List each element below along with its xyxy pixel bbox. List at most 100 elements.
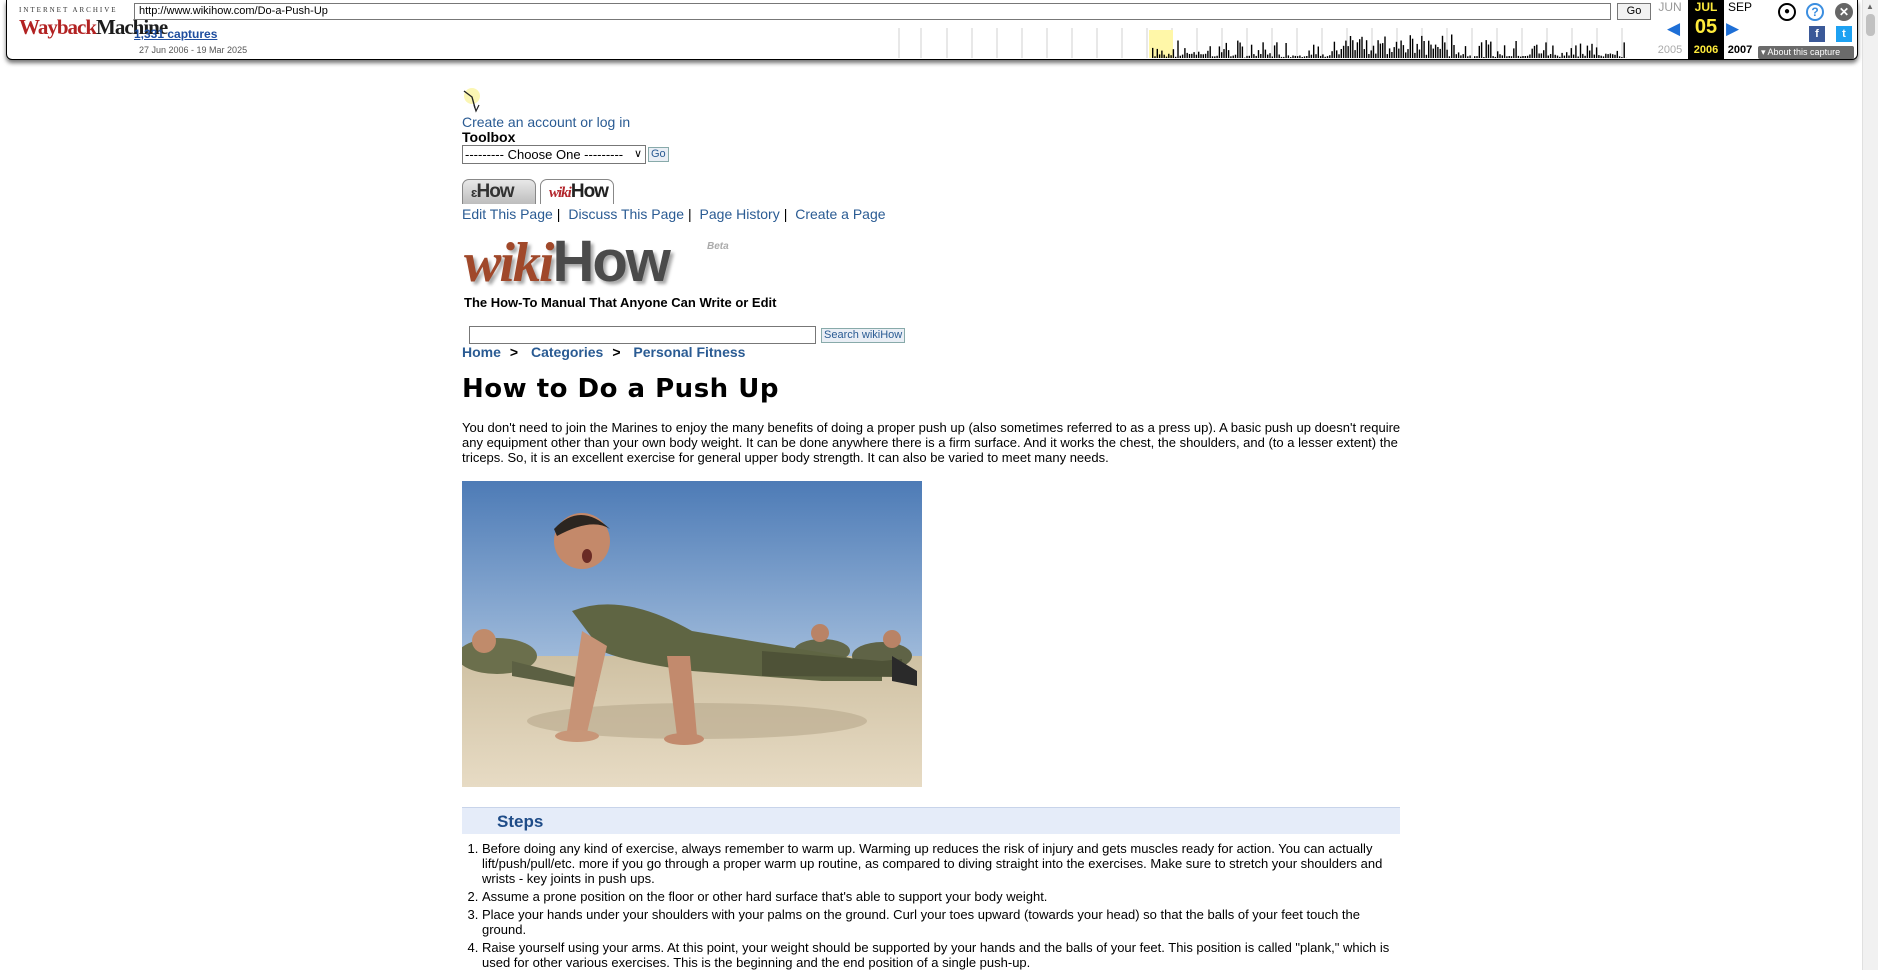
histogram-bar — [1437, 47, 1438, 58]
wayback-next-month[interactable]: SEP — [1722, 0, 1758, 14]
wikihow-tab-prefix: wiki — [549, 185, 571, 201]
wayback-logo-small: INTERNET ARCHIVE — [19, 6, 125, 14]
wayback-toolbar: INTERNET ARCHIVE WaybackMachine http://w… — [6, 0, 1858, 60]
step-item: Before doing any kind of exercise, alway… — [482, 841, 1402, 886]
histogram-bar — [1552, 46, 1553, 59]
histogram-bar — [1612, 54, 1613, 58]
login-link[interactable]: Create an account or log in — [462, 114, 630, 130]
wayback-logo[interactable]: INTERNET ARCHIVE WaybackMachine — [19, 6, 125, 40]
histogram-bar — [1219, 46, 1220, 58]
histogram-bar — [1311, 55, 1312, 58]
histogram-bar — [1237, 41, 1238, 58]
histogram-bar — [1164, 55, 1165, 58]
histogram-bar — [1315, 54, 1316, 58]
wayback-go-button[interactable]: Go — [1617, 3, 1651, 20]
histogram-bar — [1594, 55, 1595, 58]
histogram-bar — [1488, 45, 1489, 59]
histogram-bar — [1283, 57, 1284, 58]
close-icon[interactable]: ✕ — [1835, 3, 1853, 21]
histogram-bar — [1548, 56, 1549, 59]
histogram-bar — [1182, 55, 1183, 58]
tab-ehow[interactable]: ɛHow — [462, 179, 536, 204]
histogram-bar — [1329, 55, 1330, 58]
histogram-bar — [1281, 57, 1282, 58]
create-page-link[interactable]: Create a Page — [795, 206, 885, 222]
wayback-prev-year[interactable]: 2005 — [1652, 44, 1688, 56]
histogram-bar — [1258, 50, 1259, 58]
histogram-bar — [1216, 56, 1217, 58]
histogram-bar — [1366, 40, 1367, 58]
page-history-link[interactable]: Page History — [700, 206, 780, 222]
page-title: How to Do a Push Up — [462, 374, 779, 404]
histogram-bar — [1580, 44, 1581, 58]
histogram-bar — [1536, 45, 1537, 58]
histogram-bar — [1221, 52, 1222, 58]
histogram-bar — [1515, 41, 1516, 58]
histogram-bar — [1555, 55, 1556, 58]
histogram-bar — [1364, 49, 1365, 58]
histogram-bar — [1256, 56, 1257, 58]
histogram-bar — [1518, 56, 1519, 58]
histogram-bar — [1405, 52, 1406, 58]
histogram-bar — [1617, 51, 1618, 58]
histogram-bar — [1384, 37, 1385, 59]
wayback-capture-histogram[interactable] — [897, 28, 1632, 58]
prev-capture-arrow-icon[interactable]: ◀ — [1667, 19, 1680, 39]
toolbox-go-button[interactable]: Go — [648, 147, 669, 162]
histogram-bar — [1502, 55, 1503, 58]
histogram-bar — [1198, 52, 1199, 58]
histogram-bar — [1557, 56, 1558, 58]
wayback-logo-way: Wayback — [19, 15, 96, 39]
histogram-bar — [1423, 41, 1424, 58]
histogram-bar — [1228, 50, 1229, 58]
histogram-bar — [1265, 50, 1266, 58]
histogram-bar — [1417, 44, 1418, 58]
histogram-bar — [1299, 56, 1300, 59]
toolbox-select[interactable]: --------- Choose One --------- ∨ — [462, 145, 646, 164]
histogram-bar — [1269, 53, 1270, 58]
wayback-url-input[interactable]: http://www.wikihow.com/Do-a-Push-Up — [134, 3, 1611, 20]
wayback-prev-month[interactable]: JUN — [1652, 0, 1688, 14]
histogram-bar — [1262, 42, 1263, 58]
histogram-bar — [1377, 40, 1378, 58]
histogram-bar — [1368, 54, 1369, 58]
next-capture-arrow-icon[interactable]: ▶ — [1726, 19, 1739, 39]
search-button[interactable]: Search wikiHow — [821, 328, 905, 343]
scrollbar[interactable]: ▲ — [1862, 0, 1878, 970]
histogram-bar — [1380, 44, 1381, 58]
scroll-thumb[interactable] — [1866, 14, 1875, 36]
histogram-bar — [1486, 40, 1487, 58]
discuss-page-link[interactable]: Discuss This Page — [568, 206, 684, 222]
help-icon[interactable]: ? — [1806, 3, 1824, 21]
twitter-icon[interactable]: t — [1836, 26, 1852, 42]
article-image-pushups[interactable] — [462, 481, 922, 787]
wayback-next-year[interactable]: 2007 — [1722, 44, 1758, 56]
scroll-up-icon[interactable]: ▲ — [1866, 2, 1874, 11]
histogram-bar — [1327, 56, 1328, 58]
tab-wikihow[interactable]: wikiHow — [540, 179, 614, 204]
histogram-bar — [1272, 57, 1273, 59]
wikihow-logo[interactable]: wikiHow — [464, 228, 669, 292]
facebook-icon[interactable]: f — [1809, 26, 1825, 42]
histogram-bar — [1331, 51, 1332, 58]
histogram-bar — [1529, 55, 1530, 59]
edit-page-link[interactable]: Edit This Page — [462, 206, 553, 222]
about-capture-button[interactable]: ▾ About this capture — [1758, 46, 1854, 59]
wayback-captures-link[interactable]: 1,331 captures — [134, 27, 217, 41]
histogram-bar — [1191, 54, 1192, 58]
toolbox-select-value: --------- Choose One --------- — [465, 147, 623, 162]
histogram-bar — [1170, 55, 1171, 58]
search-input[interactable] — [469, 326, 816, 344]
histogram-bar — [1343, 46, 1344, 58]
breadcrumb-personal-fitness[interactable]: Personal Fitness — [633, 344, 745, 360]
histogram-bar — [1589, 51, 1590, 59]
histogram-bar — [1389, 48, 1390, 58]
histogram-bar — [1249, 56, 1250, 58]
histogram-bar — [1509, 56, 1510, 58]
histogram-bar — [1214, 56, 1215, 58]
breadcrumb-home[interactable]: Home — [462, 344, 501, 360]
breadcrumb-categories[interactable]: Categories — [531, 344, 603, 360]
user-icon[interactable]: ● — [1778, 3, 1796, 21]
histogram-bar — [1543, 50, 1544, 58]
histogram-bar — [1173, 49, 1174, 58]
